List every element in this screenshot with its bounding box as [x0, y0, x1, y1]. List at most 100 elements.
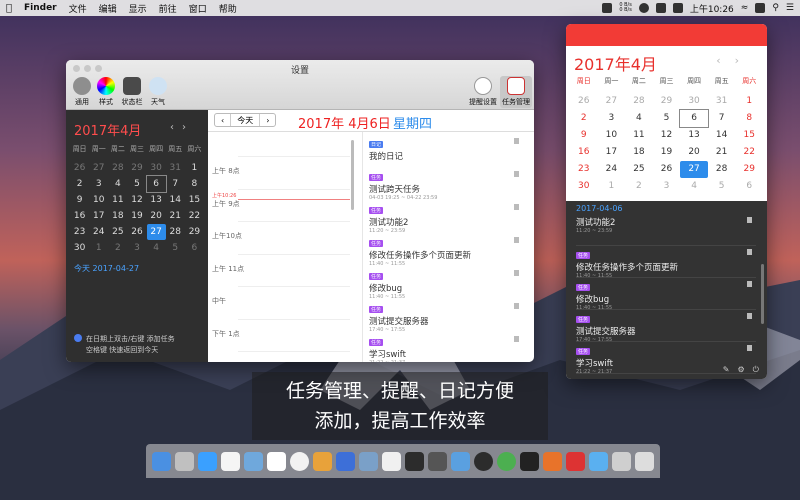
menu-edit[interactable]: 编辑 [93, 2, 123, 15]
calendar-day[interactable]: 6 [145, 175, 167, 193]
calendar-app-icon[interactable] [267, 451, 286, 471]
calendar-day[interactable]: 11 [108, 192, 127, 208]
popover-day[interactable]: 30 [680, 93, 708, 110]
popover-day[interactable]: 16 [570, 144, 598, 161]
calendar-day[interactable]: 10 [89, 192, 108, 208]
popover-day[interactable]: 5 [653, 110, 681, 127]
task-item[interactable]: 任务 修改bug 11:40 ~ 11:55 [363, 268, 523, 300]
popover-day[interactable]: 30 [570, 178, 598, 195]
next-month-icon[interactable]: › [182, 122, 194, 133]
popover-day[interactable]: 26 [570, 93, 598, 110]
popover-day[interactable]: 11 [625, 127, 653, 144]
trash-icon[interactable] [514, 303, 519, 309]
menu-app[interactable]: Finder [18, 3, 63, 13]
archive-icon[interactable] [359, 451, 378, 471]
popover-day[interactable]: 22 [735, 144, 763, 161]
power-icon[interactable]: ⏻ [753, 365, 759, 375]
popover-day[interactable]: 14 [708, 127, 736, 144]
popover-day[interactable]: 24 [598, 161, 626, 178]
trash-icon[interactable] [747, 217, 752, 223]
popover-day[interactable]: 12 [653, 127, 681, 144]
popover-day[interactable]: 15 [735, 127, 763, 144]
trash-icon[interactable] [514, 237, 519, 243]
photos-icon[interactable] [313, 451, 332, 471]
trash-icon[interactable] [514, 171, 519, 177]
settings-icon[interactable]: ⚙ [738, 365, 745, 375]
popover-day[interactable]: 28 [625, 93, 653, 110]
popover-day[interactable]: 5 [708, 178, 736, 195]
calendar-day[interactable]: 21 [166, 208, 185, 224]
popover-day[interactable]: 9 [570, 127, 598, 144]
popover-day[interactable]: 29 [735, 161, 763, 178]
popover-day[interactable]: 17 [598, 144, 626, 161]
calendar-day[interactable]: 26 [70, 160, 89, 176]
edit-icon[interactable]: ✎ [723, 365, 730, 375]
wifi-icon[interactable]: ≈ [741, 3, 749, 13]
trash-icon[interactable] [514, 204, 519, 210]
calendar-day[interactable]: 20 [147, 208, 166, 224]
popover-day[interactable]: 21 [708, 144, 736, 161]
clock[interactable]: 上午10:26 [690, 2, 734, 15]
folder-icon[interactable] [589, 451, 608, 471]
trash-icon[interactable] [747, 313, 752, 319]
menu-help[interactable]: 帮助 [213, 2, 243, 15]
popover-day[interactable]: 25 [625, 161, 653, 178]
popover-day[interactable]: 3 [598, 110, 626, 127]
today-link[interactable]: 今天 2017-04-27 [74, 263, 139, 274]
today-button[interactable]: 今天 [231, 114, 261, 126]
netease-music-icon[interactable] [566, 451, 585, 471]
calendar-day[interactable]: 2 [70, 176, 89, 192]
toolbar-statusbar[interactable]: 状态栏 [118, 77, 146, 107]
popover-scrollbar[interactable] [761, 264, 764, 324]
popover-day[interactable]: 8 [735, 110, 763, 127]
task-item[interactable]: 任务 测试提交服务器 17:40 ~ 17:55 [363, 301, 523, 333]
calendar-day[interactable]: 15 [185, 192, 204, 208]
p-icon[interactable] [755, 3, 766, 13]
calendar-day[interactable]: 23 [70, 224, 89, 240]
task-item[interactable]: 任务 修改任务操作多个页面更新 11:40 ~ 11:55 [363, 235, 523, 267]
trash-icon[interactable] [514, 336, 519, 342]
trash-icon[interactable] [635, 451, 654, 471]
popover-day[interactable]: 13 [680, 127, 708, 144]
day-timeline[interactable]: 上午 8点上午 9点上午10点上午 11点中午下午 1点下午 2点 上午10:26 [208, 132, 354, 362]
calendar-day[interactable]: 31 [166, 160, 185, 176]
calendar-day[interactable]: 12 [127, 192, 146, 208]
calendar-day[interactable]: 13 [147, 192, 166, 208]
calendar-day[interactable]: 9 [70, 192, 89, 208]
calendar-day[interactable]: 19 [127, 208, 146, 224]
calendar-day[interactable]: 28 [108, 160, 127, 176]
xcode-icon[interactable] [336, 451, 355, 471]
popover-day[interactable]: 29 [653, 93, 681, 110]
calendar-day[interactable]: 30 [70, 240, 89, 256]
firefox-icon[interactable] [543, 451, 562, 471]
notes-icon[interactable] [221, 451, 240, 471]
popover-day[interactable]: 6 [735, 178, 763, 195]
terminal-icon[interactable] [474, 451, 493, 471]
popover-day[interactable]: 2 [570, 110, 598, 127]
calendar-day[interactable]: 14 [166, 192, 185, 208]
launchpad-icon[interactable] [175, 451, 194, 471]
prev-day-button[interactable]: ‹ [215, 114, 232, 126]
trash-icon[interactable] [514, 270, 519, 276]
wechat-icon[interactable] [655, 3, 666, 13]
timeline-scrollbar[interactable] [351, 140, 354, 210]
safari-icon[interactable] [198, 451, 217, 471]
calendar-task-icon[interactable] [451, 451, 470, 471]
task-item[interactable]: 任务 测试功能2 11:20 ~ 23:59 [363, 202, 523, 234]
popover-day[interactable]: 27 [598, 93, 626, 110]
search-icon[interactable]: ⚲ [772, 3, 779, 13]
next-day-button[interactable]: › [260, 114, 275, 126]
calendar-day[interactable]: 16 [70, 208, 89, 224]
popover-day[interactable]: 6 [679, 109, 709, 128]
qq-dock-icon[interactable] [382, 451, 401, 471]
popover-day[interactable]: 18 [625, 144, 653, 161]
reminders-icon[interactable] [290, 451, 309, 471]
toolbar-style[interactable]: 样式 [92, 77, 120, 107]
system-prefs-icon[interactable] [428, 451, 447, 471]
task-item[interactable]: 日记 我的日记 [363, 136, 523, 162]
calendar-day[interactable]: 2 [108, 240, 127, 256]
popover-day[interactable]: 23 [570, 161, 598, 178]
trash-icon[interactable] [747, 249, 752, 255]
popover-day[interactable]: 3 [653, 178, 681, 195]
popover-next-icon[interactable]: › [735, 54, 753, 67]
